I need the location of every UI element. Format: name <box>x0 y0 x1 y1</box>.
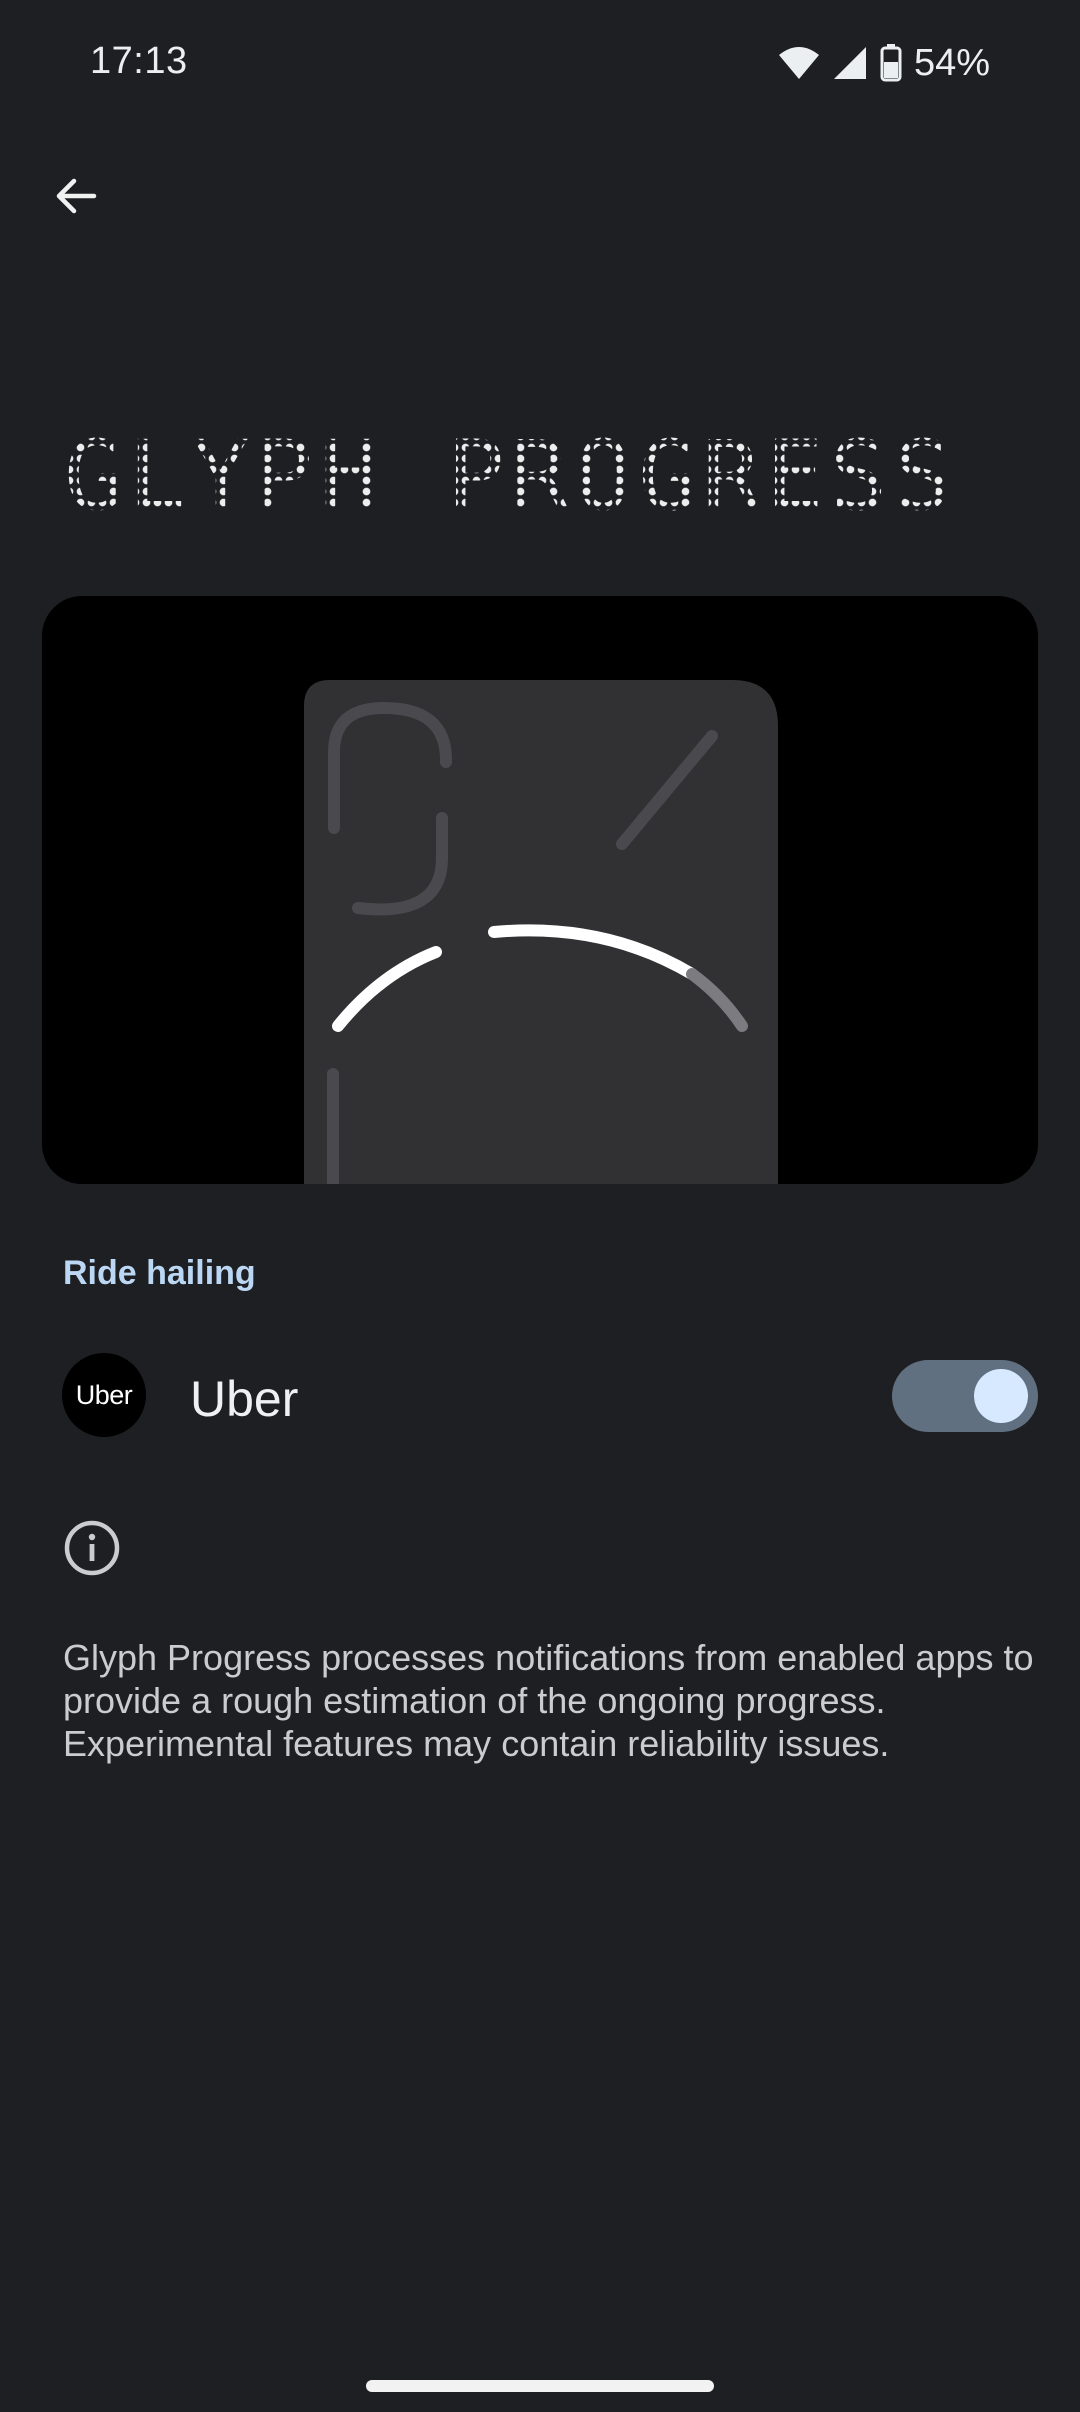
status-time: 17:13 <box>90 40 188 82</box>
uber-toggle-switch[interactable] <box>892 1360 1038 1432</box>
battery-icon <box>880 44 902 82</box>
status-icons: 54% <box>778 40 990 86</box>
back-arrow-icon <box>56 178 97 214</box>
section-header-ride-hailing: Ride hailing <box>63 1254 256 1292</box>
status-bar: 17:13 54% <box>0 0 1080 128</box>
uber-app-icon: Uber <box>62 1353 146 1437</box>
phone-glyph-illustration <box>304 680 778 1184</box>
info-description: Glyph Progress processes notifications f… <box>63 1637 1034 1764</box>
page-title: GLYPH PROGRESS <box>64 420 958 532</box>
back-button[interactable] <box>40 160 112 232</box>
wifi-icon <box>778 47 819 79</box>
info-icon <box>64 1520 120 1576</box>
toggle-thumb <box>974 1369 1028 1423</box>
app-row-uber[interactable]: Uber Uber <box>0 1340 1080 1450</box>
glyph-preview-card <box>42 596 1038 1184</box>
app-name: Uber <box>190 1371 299 1427</box>
signal-icon <box>833 47 866 79</box>
battery-percentage: 54% <box>913 41 990 84</box>
home-indicator[interactable] <box>366 2380 714 2392</box>
